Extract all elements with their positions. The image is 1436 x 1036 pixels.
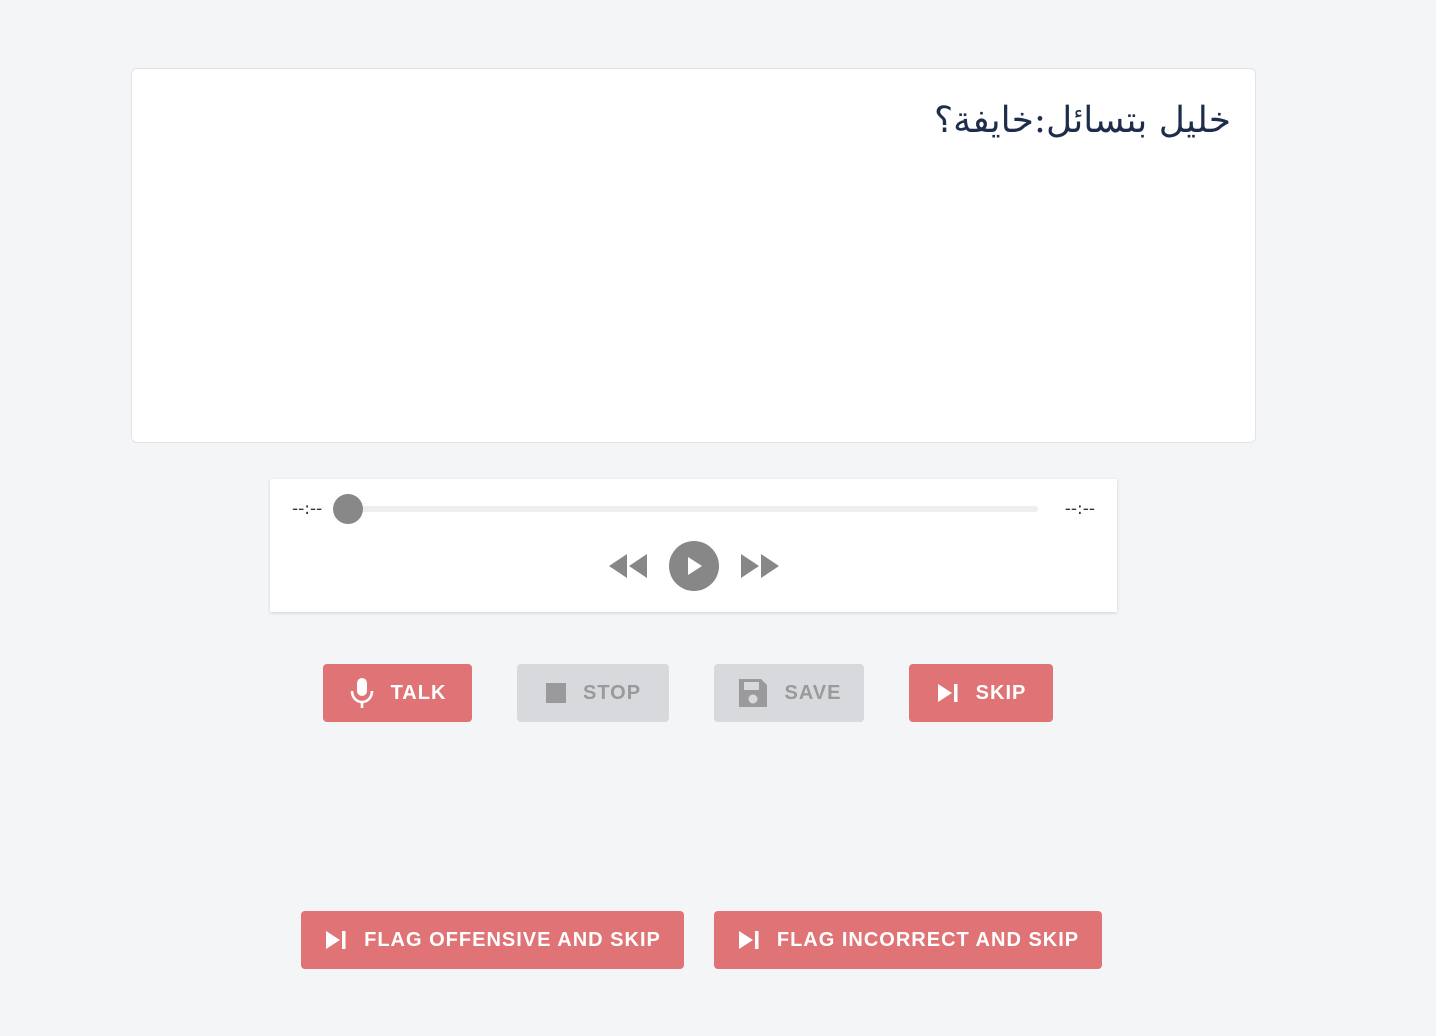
rewind-button[interactable] (607, 551, 649, 581)
stop-icon (545, 682, 567, 704)
audio-player: --:-- --:-- (270, 479, 1117, 612)
progress-thumb[interactable] (333, 494, 363, 524)
skip-next-icon (936, 682, 960, 704)
play-button[interactable] (668, 541, 719, 591)
prompt-card: خليل بتسائل:خايفة؟ (131, 68, 1256, 443)
play-icon (687, 557, 702, 575)
player-controls (270, 541, 1117, 591)
skip-label: SKIP (975, 681, 1027, 704)
stop-button[interactable]: STOP (517, 664, 669, 722)
save-button[interactable]: SAVE (714, 664, 864, 722)
skip-next-icon (737, 929, 761, 951)
microphone-icon (349, 677, 375, 709)
skip-button[interactable]: SKIP (909, 664, 1053, 722)
skip-next-icon (324, 929, 348, 951)
flag-incorrect-button[interactable]: FLAG INCORRECT AND SKIP (714, 911, 1102, 969)
flag-offensive-label: FLAG OFFENSIVE AND SKIP (364, 928, 661, 951)
stop-label: STOP (582, 681, 642, 704)
current-time: --:-- (292, 499, 323, 519)
fast-forward-button[interactable] (739, 551, 781, 581)
progress-track[interactable] (348, 506, 1038, 512)
total-time: --:-- (1064, 499, 1095, 519)
fast-forward-icon (740, 554, 779, 578)
prompt-text: خليل بتسائل:خايفة؟ (934, 100, 1231, 141)
flag-offensive-button[interactable]: FLAG OFFENSIVE AND SKIP (301, 911, 684, 969)
save-icon (737, 677, 769, 709)
talk-label: TALK (390, 681, 447, 704)
talk-button[interactable]: TALK (323, 664, 472, 722)
save-label: SAVE (784, 681, 842, 704)
rewind-icon (608, 554, 647, 578)
flag-incorrect-label: FLAG INCORRECT AND SKIP (776, 928, 1080, 951)
